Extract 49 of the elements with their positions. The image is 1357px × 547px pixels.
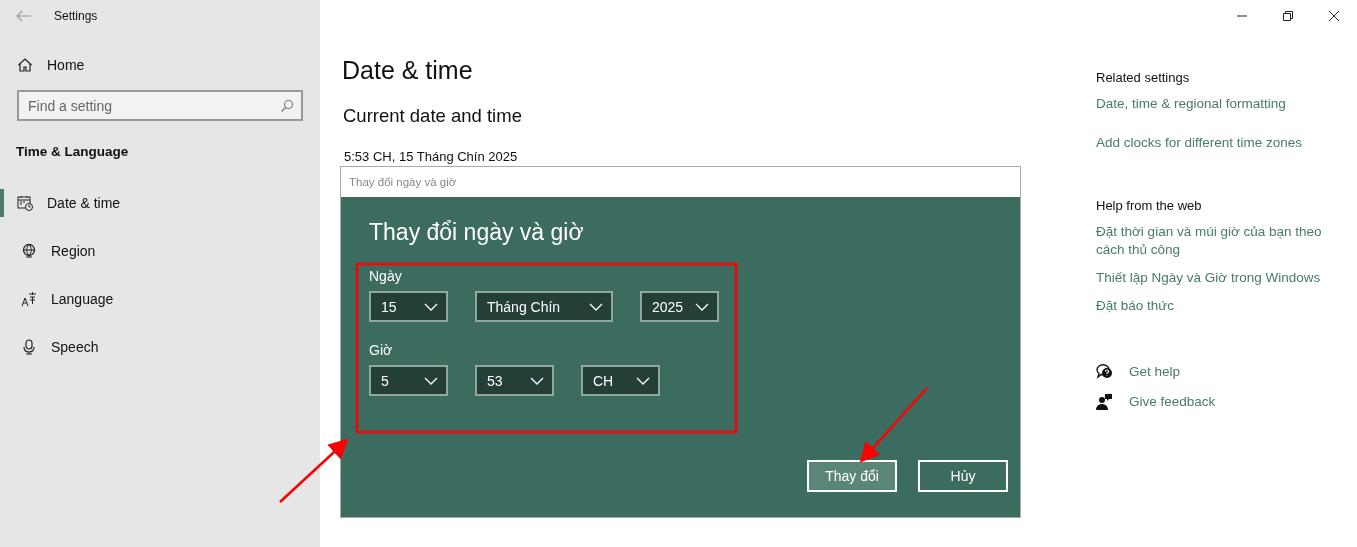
chevron-down-icon: [636, 376, 650, 385]
feedback-person-icon: [1096, 393, 1113, 410]
dialog-heading: Thay đổi ngày và giờ: [369, 219, 585, 246]
settings-link[interactable]: Add clocks for different time zones: [1096, 134, 1341, 152]
nav-item[interactable]: Date & time: [0, 189, 320, 217]
home-icon: [17, 57, 33, 73]
annotation-arrow: [279, 438, 349, 503]
close-icon[interactable]: [1329, 11, 1339, 21]
section-heading: Related settings: [1096, 70, 1191, 85]
home-link[interactable]: Home: [17, 57, 320, 73]
section-heading: Current date and time: [343, 105, 523, 127]
help-link[interactable]: Đặt thời gian và múi giờ của bạn theo cách thủ công: [1096, 223, 1341, 259]
search-icon: [280, 99, 294, 113]
page-title: Date & time: [342, 56, 474, 85]
help-chat-icon: [1096, 363, 1113, 380]
chevron-down-icon: [424, 376, 438, 385]
chevron-down-icon: [695, 302, 709, 311]
settings-link[interactable]: Date, time & regional formatting: [1096, 95, 1341, 113]
nav-item[interactable]: Speech: [0, 333, 320, 361]
help-link[interactable]: Thiết lập Ngày và Giờ trong Windows: [1096, 269, 1341, 287]
change-button[interactable]: Thay đổi: [807, 460, 897, 492]
field-label: Giờ: [369, 342, 394, 358]
window-title: Settings: [54, 9, 98, 23]
dialog-title: Thay đổi ngày và giờ: [349, 176, 457, 188]
field-label: Ngày: [369, 268, 403, 284]
calendar-clock-icon: [17, 195, 33, 211]
feedback-link[interactable]: Give feedback: [1096, 393, 1357, 410]
globe-icon: [21, 243, 37, 259]
search-field[interactable]: Find a setting: [17, 90, 303, 121]
nav-item[interactable]: Language: [0, 285, 320, 313]
dropdown[interactable]: CH: [581, 365, 660, 396]
restore-icon[interactable]: [1283, 11, 1293, 21]
chevron-down-icon: [424, 302, 438, 311]
cancel-button[interactable]: Hủy: [918, 460, 1008, 492]
chevron-down-icon: [589, 302, 603, 311]
section-heading: Time & Language: [16, 144, 130, 159]
microphone-icon: [21, 339, 37, 355]
get-help-link[interactable]: Get help: [1096, 363, 1357, 380]
nav-item[interactable]: Region: [0, 237, 320, 265]
current-date-time: 5:53 CH, 15 Tháng Chín 2025: [344, 149, 519, 164]
dropdown[interactable]: 15: [369, 291, 448, 322]
dropdown[interactable]: 53: [475, 365, 554, 396]
dropdown[interactable]: 5: [369, 365, 448, 396]
chevron-down-icon: [530, 376, 544, 385]
section-heading: Help from the web: [1096, 198, 1203, 213]
dropdown[interactable]: Tháng Chín: [475, 291, 613, 322]
help-link[interactable]: Đặt báo thức: [1096, 297, 1341, 315]
language-icon: [21, 291, 37, 307]
dropdown[interactable]: 2025: [640, 291, 719, 322]
